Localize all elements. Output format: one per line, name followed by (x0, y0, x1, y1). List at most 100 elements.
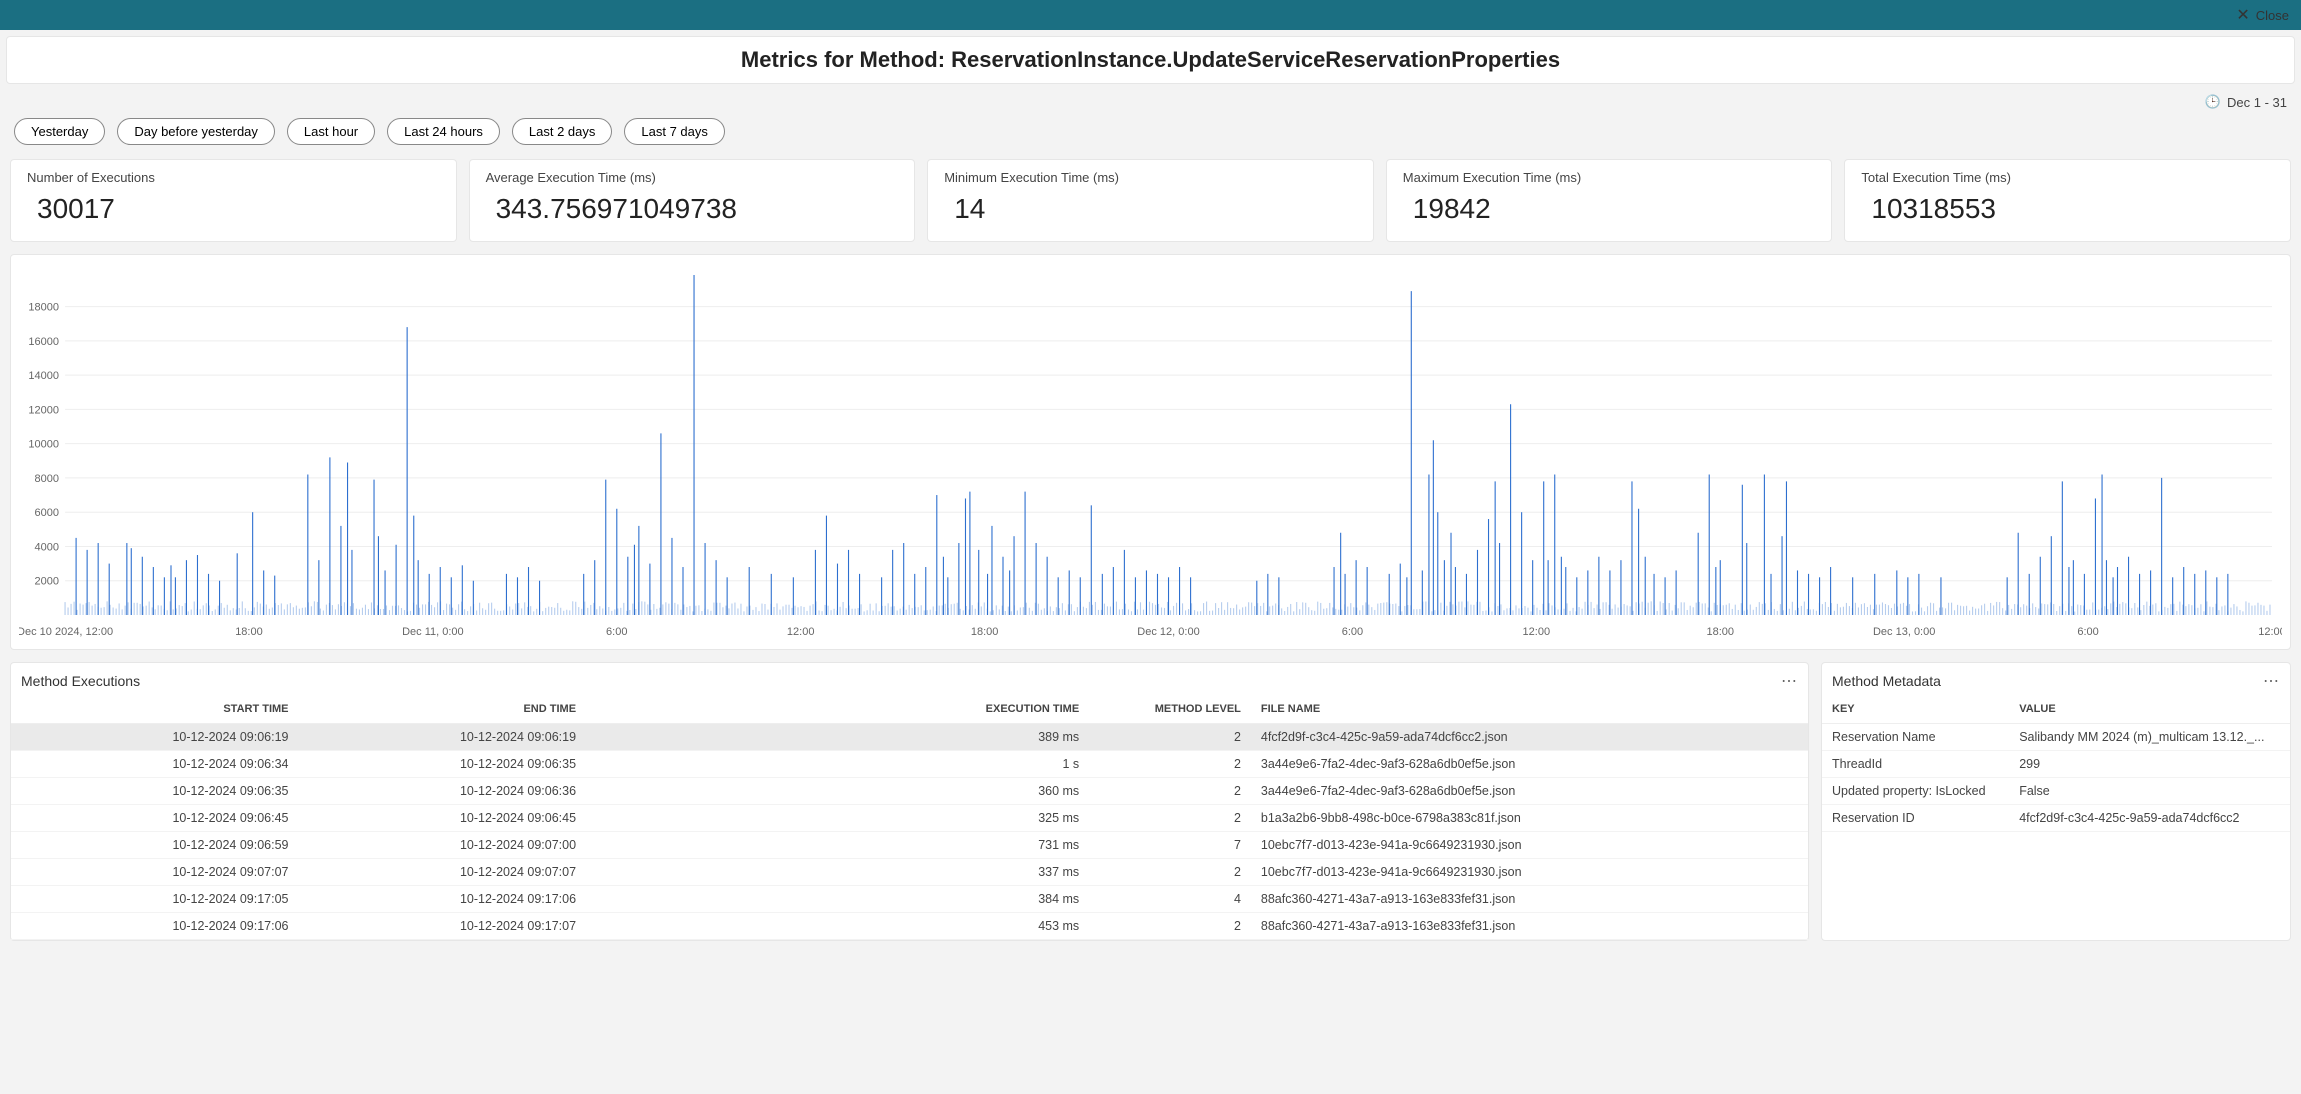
table-row[interactable]: 10-12-2024 09:06:1910-12-2024 09:06:1938… (11, 724, 1808, 751)
page-title: Metrics for Method: ReservationInstance.… (6, 36, 2295, 84)
cell-value: 4fcf2d9f-c3c4-425c-9a59-ada74dcf6cc2 (2009, 805, 2290, 832)
svg-text:18000: 18000 (28, 302, 59, 314)
table-row[interactable]: Updated property: IsLockedFalse (1822, 778, 2290, 805)
col-key[interactable]: KEY (1822, 695, 2009, 724)
card-label: Maximum Execution Time (ms) (1403, 170, 1816, 185)
cell-dur: 453 ms (586, 913, 1089, 940)
cell-end: 10-12-2024 09:17:07 (299, 913, 587, 940)
cell-start: 10-12-2024 09:17:05 (11, 886, 299, 913)
cell-end: 10-12-2024 09:17:06 (299, 886, 587, 913)
col-file-name[interactable]: FILE NAME (1251, 695, 1808, 724)
execution-time-chart[interactable]: 2000400060008000100001200014000160001800… (19, 265, 2282, 645)
svg-text:12:00: 12:00 (1523, 626, 1551, 638)
cell-end: 10-12-2024 09:06:45 (299, 805, 587, 832)
summary-card: Average Execution Time (ms) 343.756971049… (469, 159, 916, 242)
card-label: Total Execution Time (ms) (1861, 170, 2274, 185)
table-row[interactable]: 10-12-2024 09:06:4510-12-2024 09:06:4532… (11, 805, 1808, 832)
quick-range-last-24-hours[interactable]: Last 24 hours (387, 118, 500, 145)
table-row[interactable]: ThreadId299 (1822, 751, 2290, 778)
table-row[interactable]: Reservation ID4fcf2d9f-c3c4-425c-9a59-ad… (1822, 805, 2290, 832)
cell-start: 10-12-2024 09:06:45 (11, 805, 299, 832)
table-row[interactable]: 10-12-2024 09:07:0710-12-2024 09:07:0733… (11, 859, 1808, 886)
summary-cards: Number of Executions30017Average Executi… (0, 159, 2301, 254)
cell-file: 10ebc7f7-d013-423e-941a-9c6649231930.jso… (1251, 859, 1808, 886)
cell-end: 10-12-2024 09:07:07 (299, 859, 587, 886)
quick-range-last-7-days[interactable]: Last 7 days (624, 118, 725, 145)
table-row[interactable]: 10-12-2024 09:06:5910-12-2024 09:07:0073… (11, 832, 1808, 859)
table-row[interactable]: 10-12-2024 09:17:0510-12-2024 09:17:0638… (11, 886, 1808, 913)
table-row[interactable]: 10-12-2024 09:17:0610-12-2024 09:17:0745… (11, 913, 1808, 940)
method-metadata-panel: Method Metadata ⋯ KEY VALUE Reservation … (1821, 662, 2291, 941)
svg-text:Dec 10 2024, 12:00: Dec 10 2024, 12:00 (19, 626, 113, 638)
cell-key: Updated property: IsLocked (1822, 778, 2009, 805)
cell-dur: 389 ms (586, 724, 1089, 751)
col-execution-time[interactable]: EXECUTION TIME (586, 695, 1089, 724)
col-start-time[interactable]: START TIME (11, 695, 299, 724)
cell-level: 2 (1089, 805, 1251, 832)
clock-icon: 🕒 (2205, 94, 2221, 110)
cell-end: 10-12-2024 09:06:35 (299, 751, 587, 778)
svg-text:12:00: 12:00 (2258, 626, 2282, 638)
method-metadata-title: Method Metadata (1832, 673, 1941, 689)
svg-text:18:00: 18:00 (1706, 626, 1734, 638)
summary-card: Minimum Execution Time (ms)14 (927, 159, 1374, 242)
cell-start: 10-12-2024 09:06:59 (11, 832, 299, 859)
cell-file: 4fcf2d9f-c3c4-425c-9a59-ada74dcf6cc2.jso… (1251, 724, 1808, 751)
execution-time-chart-panel: 2000400060008000100001200014000160001800… (10, 254, 2291, 650)
card-value: 343.756971049738 (486, 193, 899, 225)
svg-text:18:00: 18:00 (971, 626, 999, 638)
cell-start: 10-12-2024 09:06:34 (11, 751, 299, 778)
cell-file: 88afc360-4271-43a7-a913-163e833fef31.jso… (1251, 913, 1808, 940)
cell-dur: 337 ms (586, 859, 1089, 886)
cell-level: 7 (1089, 832, 1251, 859)
svg-text:18:00: 18:00 (235, 626, 263, 638)
cell-value: False (2009, 778, 2290, 805)
svg-text:4000: 4000 (35, 541, 60, 553)
close-icon: ✕ (2236, 5, 2249, 25)
quick-range-yesterday[interactable]: Yesterday (14, 118, 105, 145)
cell-file: b1a3a2b6-9bb8-498c-b0ce-6798a383c81f.jso… (1251, 805, 1808, 832)
close-button[interactable]: ✕ Close (2236, 5, 2289, 25)
method-executions-panel: Method Executions ⋯ START TIME END TIME … (10, 662, 1809, 941)
cell-value: 299 (2009, 751, 2290, 778)
quick-range-last-hour[interactable]: Last hour (287, 118, 375, 145)
svg-text:6:00: 6:00 (606, 626, 627, 638)
quick-range-day-before-yesterday[interactable]: Day before yesterday (117, 118, 275, 145)
card-value: 14 (944, 193, 1357, 225)
svg-text:6:00: 6:00 (2077, 626, 2098, 638)
cell-file: 88afc360-4271-43a7-a913-163e833fef31.jso… (1251, 886, 1808, 913)
cell-level: 4 (1089, 886, 1251, 913)
cell-key: Reservation ID (1822, 805, 2009, 832)
table-row[interactable]: Reservation NameSalibandy MM 2024 (m)_mu… (1822, 724, 2290, 751)
quick-range-last-2-days[interactable]: Last 2 days (512, 118, 613, 145)
card-label: Average Execution Time (ms) (486, 170, 899, 185)
cell-level: 2 (1089, 859, 1251, 886)
svg-text:10000: 10000 (28, 439, 59, 451)
window-top-bar: ✕ Close (0, 0, 2301, 30)
close-label: Close (2256, 8, 2289, 23)
cell-file: 3a44e9e6-7fa2-4dec-9af3-628a6db0ef5e.jso… (1251, 751, 1808, 778)
card-label: Number of Executions (27, 170, 440, 185)
col-value[interactable]: VALUE (2009, 695, 2290, 724)
cell-dur: 1 s (586, 751, 1089, 778)
table-row[interactable]: 10-12-2024 09:06:3510-12-2024 09:06:3636… (11, 778, 1808, 805)
col-end-time[interactable]: END TIME (299, 695, 587, 724)
table-row[interactable]: 10-12-2024 09:06:3410-12-2024 09:06:351 … (11, 751, 1808, 778)
svg-text:2000: 2000 (35, 576, 60, 588)
date-range-display[interactable]: 🕒 Dec 1 - 31 (0, 90, 2301, 110)
svg-text:14000: 14000 (28, 370, 59, 382)
table-header-row: KEY VALUE (1822, 695, 2290, 724)
svg-text:12:00: 12:00 (787, 626, 815, 638)
svg-text:12000: 12000 (28, 404, 59, 416)
summary-card: Number of Executions30017 (10, 159, 457, 242)
cell-level: 2 (1089, 913, 1251, 940)
method-metadata-table: KEY VALUE Reservation NameSalibandy MM 2… (1822, 695, 2290, 832)
cell-start: 10-12-2024 09:06:35 (11, 778, 299, 805)
col-method-level[interactable]: METHOD LEVEL (1089, 695, 1251, 724)
cell-start: 10-12-2024 09:17:06 (11, 913, 299, 940)
panel-menu-icon[interactable]: ⋯ (2263, 671, 2280, 691)
card-value: 19842 (1403, 193, 1816, 225)
panel-menu-icon[interactable]: ⋯ (1781, 671, 1798, 691)
date-range-text: Dec 1 - 31 (2227, 95, 2287, 110)
cell-key: ThreadId (1822, 751, 2009, 778)
